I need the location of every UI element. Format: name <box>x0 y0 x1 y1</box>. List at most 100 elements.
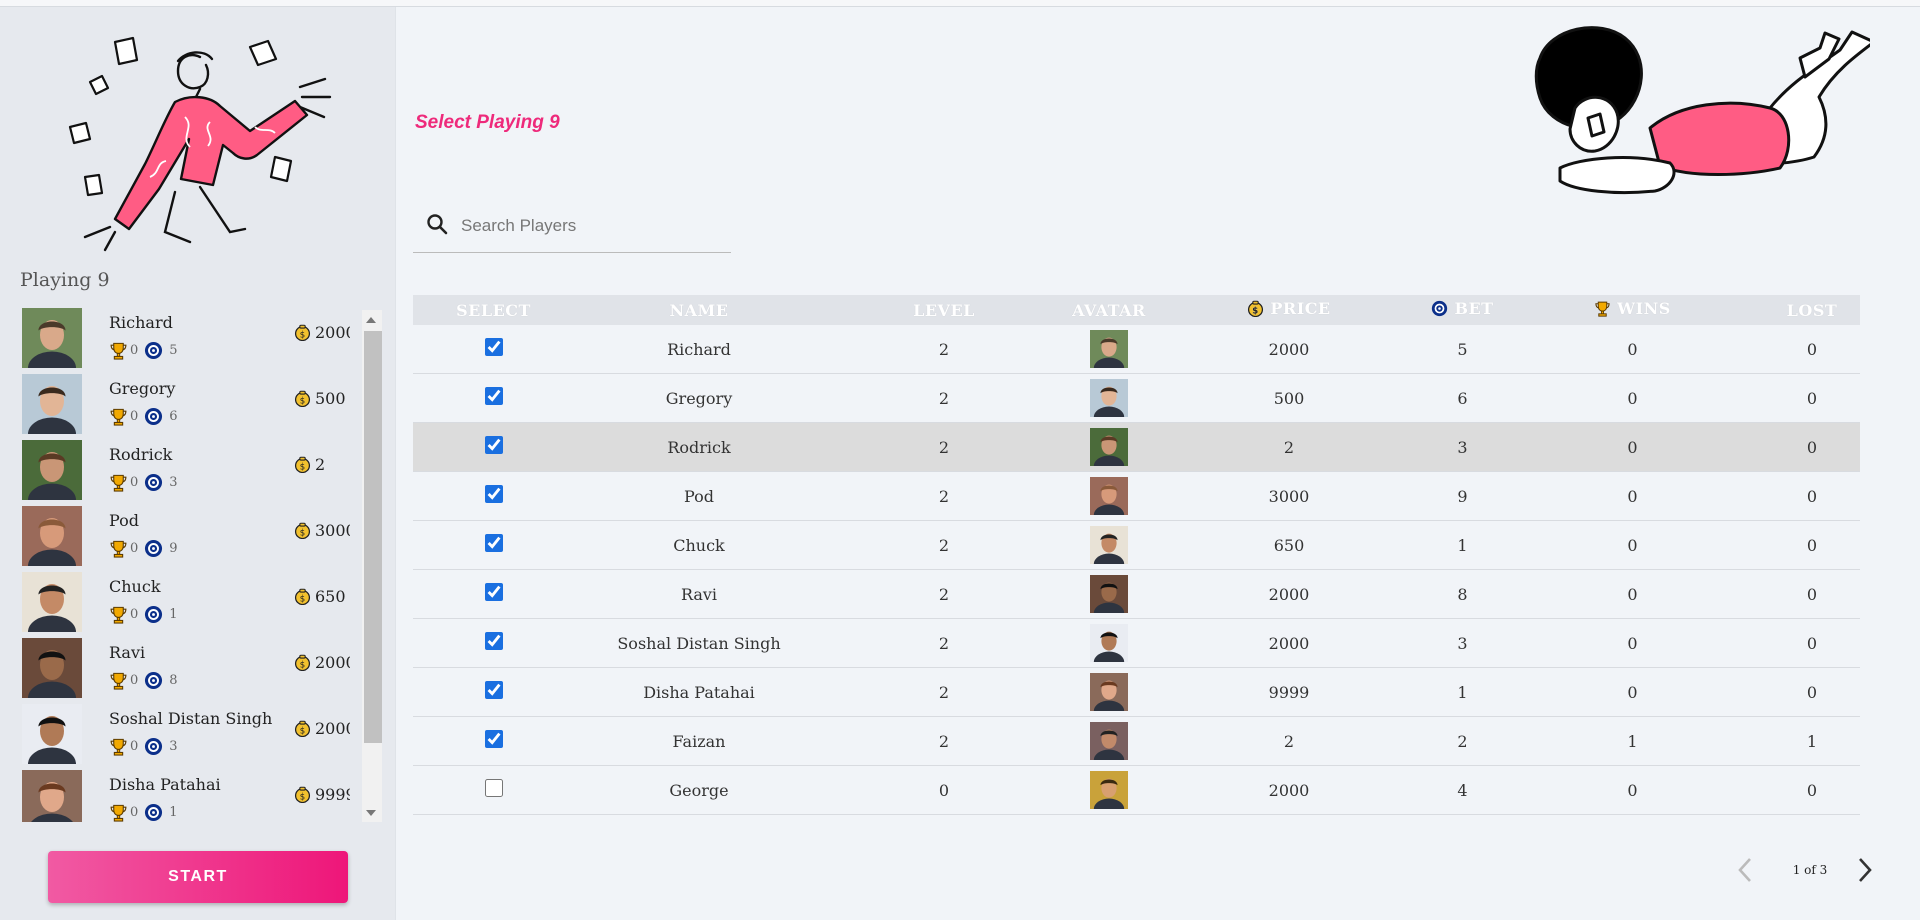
bet-count: 9 <box>169 541 178 556</box>
chevron-left-icon <box>1738 858 1751 882</box>
level-cell: 2 <box>824 618 1064 668</box>
lost-cell: 1 <box>1764 716 1860 766</box>
table-row[interactable]: Faizan 2 2 2 1 1 <box>413 716 1860 771</box>
search-icon <box>427 214 448 235</box>
scroll-up-arrow-icon[interactable] <box>366 317 376 323</box>
select-checkbox[interactable] <box>484 436 503 454</box>
header-wins[interactable]: WINS <box>1501 295 1764 325</box>
avatar-cell <box>1064 373 1154 428</box>
header-price[interactable]: PRICE <box>1154 295 1424 325</box>
header-level[interactable]: LEVEL <box>824 295 1064 325</box>
wins-cell: 0 <box>1501 569 1764 619</box>
bet-count: 3 <box>169 739 178 754</box>
select-checkbox[interactable] <box>484 338 503 356</box>
player-price: 650 <box>294 587 346 606</box>
player-stats: 0 8 <box>109 671 178 690</box>
header-lost[interactable]: LOST <box>1764 295 1860 325</box>
avatar <box>22 638 82 715</box>
table-row[interactable]: Rodrick 2 2 3 0 0 <box>413 422 1860 477</box>
header-select[interactable]: SELECT <box>413 295 574 325</box>
player-stats: 0 1 <box>109 803 178 822</box>
search-field[interactable] <box>413 200 731 253</box>
player-name: Chuck <box>109 577 161 596</box>
price-cell: 9999 <box>1154 667 1424 717</box>
table-row[interactable]: George 0 2000 4 0 0 <box>413 765 1860 820</box>
page-title: Select Playing 9 <box>415 112 560 133</box>
playing-nine-item[interactable]: Disha Patahai 0 1 9999 <box>20 765 350 822</box>
player-name: Pod <box>109 511 139 530</box>
playing-nine-item[interactable]: Ravi 0 8 2000 <box>20 633 350 715</box>
wins-count: 0 <box>130 541 139 556</box>
avatar <box>22 374 82 451</box>
playing-nine-item[interactable]: Gregory 0 6 500 <box>20 369 350 451</box>
price-value: 650 <box>315 587 346 606</box>
player-stats: 0 6 <box>109 407 178 426</box>
bet-cell: 8 <box>1424 569 1501 619</box>
gold-coin-icon <box>294 456 311 473</box>
lost-cell: 0 <box>1764 618 1860 668</box>
scrollbar-thumb[interactable] <box>364 331 382 743</box>
price-cell: 2000 <box>1154 325 1424 374</box>
playing-nine-item[interactable]: Rodrick 0 3 2 <box>20 435 350 517</box>
select-checkbox[interactable] <box>484 534 503 552</box>
top-border <box>0 0 1920 7</box>
playing-nine-item[interactable]: Pod 0 9 3000 <box>20 501 350 583</box>
trophy-icon <box>1594 300 1611 317</box>
previous-page-button[interactable] <box>1730 852 1760 888</box>
select-checkbox[interactable] <box>484 485 503 503</box>
header-avatar[interactable]: AVATAR <box>1064 295 1154 325</box>
wins-count: 0 <box>130 607 139 622</box>
table-row[interactable]: Ravi 2 2000 8 0 0 <box>413 569 1860 624</box>
playing-nine-list[interactable]: Richard 0 5 2000 Gregory 0 6 500 <box>20 303 350 822</box>
table-row[interactable]: Gregory 2 500 6 0 0 <box>413 373 1860 428</box>
select-cell <box>413 520 574 570</box>
player-price: 2000 <box>294 719 350 738</box>
player-name: Disha Patahai <box>109 775 221 794</box>
level-cell: 2 <box>824 373 1064 423</box>
price-cell: 2000 <box>1154 618 1424 668</box>
blue-target-icon <box>144 407 163 426</box>
gold-coin-icon <box>294 786 311 803</box>
select-cell <box>413 716 574 766</box>
header-name[interactable]: NAME <box>574 295 824 325</box>
select-checkbox[interactable] <box>484 632 503 650</box>
playing-nine-item[interactable]: Soshal Distan Singh 0 3 2000 <box>20 699 350 781</box>
playing-nine-item[interactable]: Chuck 0 1 650 <box>20 567 350 649</box>
table-row[interactable]: Disha Patahai 2 9999 1 0 0 <box>413 667 1860 722</box>
girl-with-phone-illustration <box>1534 26 1870 194</box>
select-checkbox[interactable] <box>484 779 503 797</box>
select-checkbox[interactable] <box>484 730 503 748</box>
header-bet[interactable]: BET <box>1424 295 1501 325</box>
scroll-down-arrow-icon[interactable] <box>366 810 376 816</box>
select-cell <box>413 325 574 374</box>
lost-cell: 0 <box>1764 373 1860 423</box>
page-indicator: 1 of 3 <box>1792 863 1828 877</box>
lost-cell: 0 <box>1764 422 1860 472</box>
wins-count: 0 <box>130 673 139 688</box>
table-row[interactable]: Pod 2 3000 9 0 0 <box>413 471 1860 526</box>
price-value: 2000 <box>315 653 350 672</box>
avatar <box>1090 379 1128 428</box>
table-row[interactable]: Soshal Distan Singh 2 2000 3 0 0 <box>413 618 1860 673</box>
players-table: SELECT NAME LEVEL AVATAR PRICE BET WINS … <box>413 295 1860 820</box>
avatar <box>1090 624 1128 673</box>
table-row[interactable]: Richard 2 2000 5 0 0 <box>413 325 1860 379</box>
select-checkbox[interactable] <box>484 583 503 601</box>
select-checkbox[interactable] <box>484 387 503 405</box>
wins-cell: 0 <box>1501 471 1764 521</box>
next-page-button[interactable] <box>1850 852 1880 888</box>
player-name: Ravi <box>109 643 146 662</box>
pagination: 1 of 3 <box>1730 852 1872 888</box>
trophy-icon <box>109 803 128 822</box>
blue-target-icon <box>1431 300 1448 317</box>
wins-count: 0 <box>130 805 139 820</box>
player-stats: 0 5 <box>109 341 178 360</box>
playing-nine-item[interactable]: Richard 0 5 2000 <box>20 303 350 385</box>
avatar <box>22 704 82 781</box>
search-input[interactable] <box>459 213 723 239</box>
table-row[interactable]: Chuck 2 650 1 0 0 <box>413 520 1860 575</box>
header-price-label: PRICE <box>1270 299 1331 318</box>
name-cell: Faizan <box>574 716 824 766</box>
select-checkbox[interactable] <box>484 681 503 699</box>
start-button[interactable]: START <box>48 851 348 903</box>
